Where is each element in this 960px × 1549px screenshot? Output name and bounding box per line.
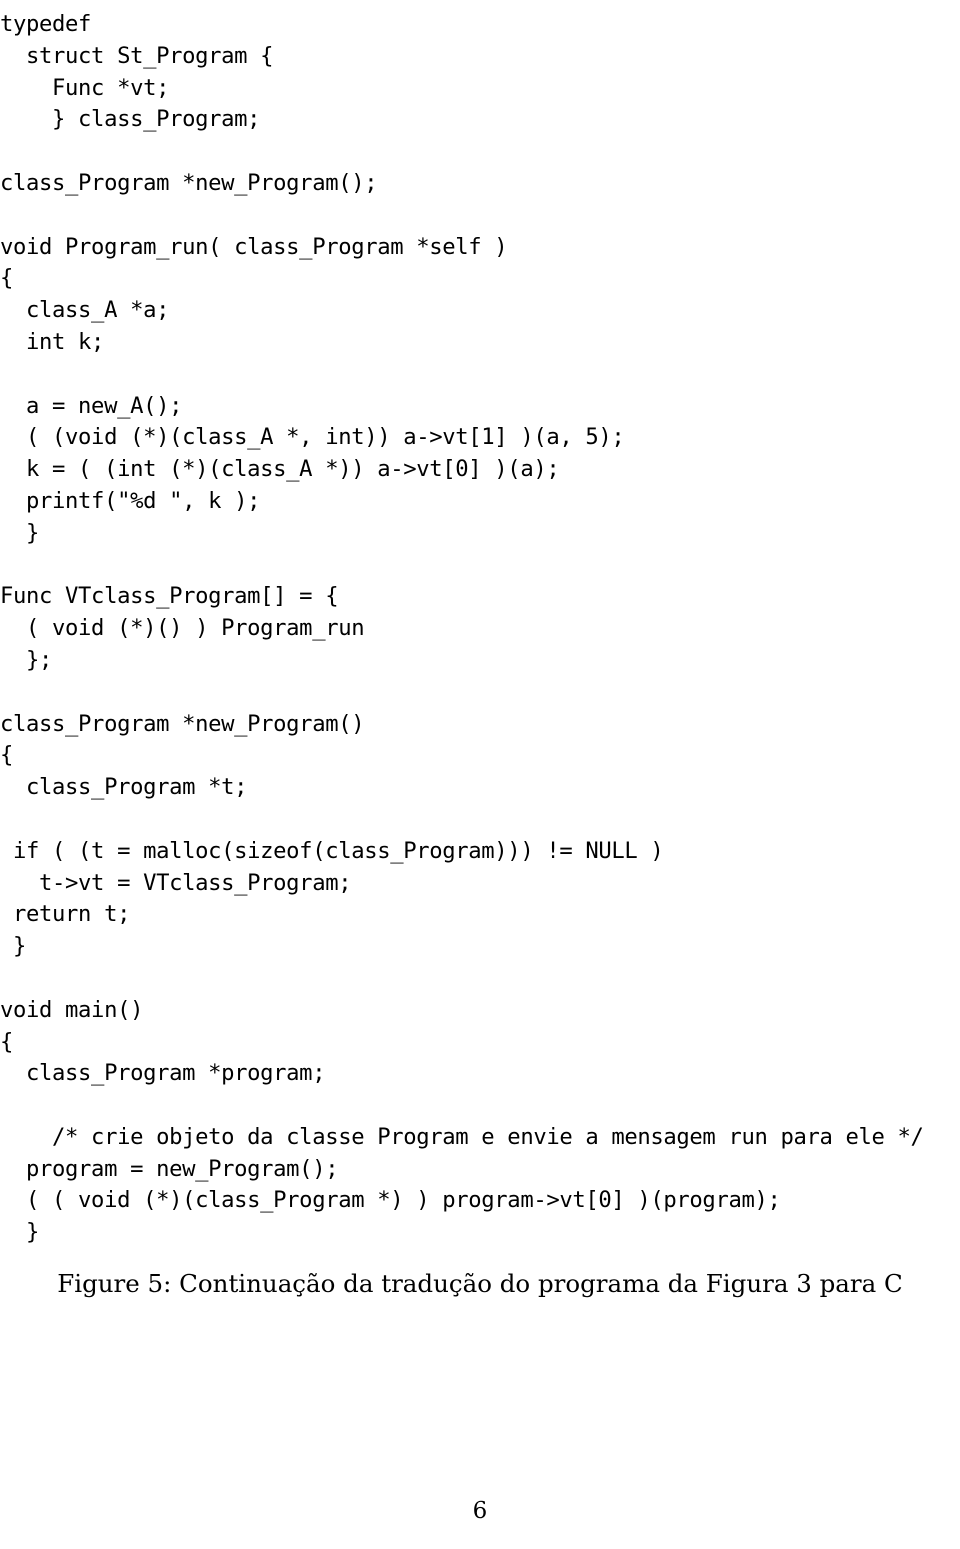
code-line: void Program_run( class_Program *self ) [0, 233, 508, 260]
code-line: void main() [0, 996, 144, 1023]
page-number: 6 [472, 1498, 488, 1524]
code-line: ( (void (*)(class_A *, int)) a->vt[1] )(… [0, 424, 625, 451]
code-line: class_Program *new_Program(); [0, 169, 378, 196]
code-line: if ( (t = malloc(sizeof(class_Program)))… [0, 837, 664, 864]
code-line: ( ( void (*)(class_Program *) ) program-… [0, 1187, 781, 1214]
code-line: program = new_Program(); [0, 1155, 339, 1182]
code-line: } class_Program; [0, 106, 261, 133]
code-line: t->vt = VTclass_Program; [0, 869, 352, 896]
code-line: Func VTclass_Program[] = { [0, 583, 339, 610]
code-line: ( void (*)() ) Program_run [0, 615, 365, 642]
code-line: typedef [0, 11, 92, 37]
code-line: { [0, 742, 14, 769]
code-line: /* crie objeto da classe Program e envie… [0, 1123, 924, 1150]
figure-caption: Figure 5: Continuação da tradução do pro… [57, 1269, 903, 1298]
code-line: class_A *a; [0, 297, 170, 324]
code-line: a = new_A(); [0, 392, 183, 419]
code-line: } [0, 1219, 40, 1246]
code-line: k = ( (int (*)(class_A *)) a->vt[0] )(a)… [0, 456, 560, 483]
code-line: { [0, 1028, 14, 1055]
code-line: class_Program *t; [0, 774, 248, 801]
code-line: printf("%d ", k ); [0, 487, 261, 514]
code-line: } [0, 519, 40, 546]
code-line: Func *vt; [0, 74, 170, 101]
code-line: class_Program *new_Program() [0, 710, 365, 737]
code-line: } [0, 933, 27, 960]
document-page: typedef struct St_Program { Func *vt; } … [0, 0, 960, 1549]
code-line: int k; [0, 328, 105, 355]
code-line: struct St_Program { [0, 42, 274, 69]
c-code-listing: typedef struct St_Program { Func *vt; } … [0, 9, 960, 1249]
code-line: }; [0, 646, 53, 673]
code-line: class_Program *program; [0, 1060, 326, 1087]
code-line: return t; [0, 901, 131, 928]
code-line: { [0, 265, 14, 292]
